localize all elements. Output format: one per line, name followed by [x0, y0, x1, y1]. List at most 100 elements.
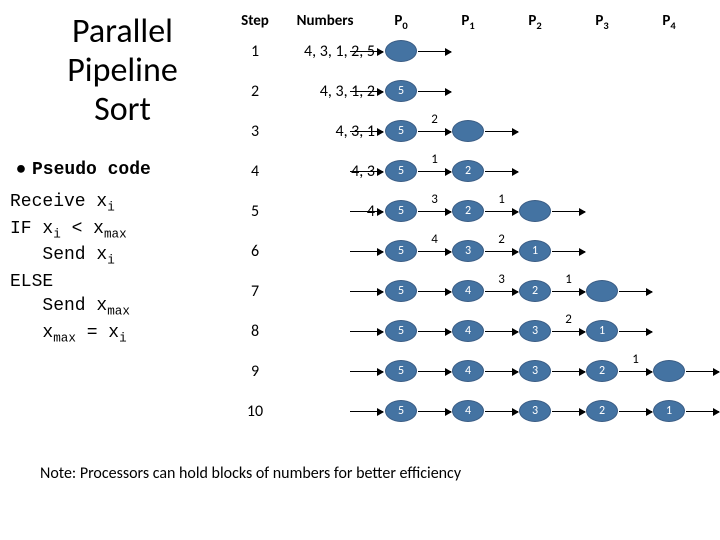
arrow-label: 2 [428, 112, 442, 127]
arrow-icon [418, 131, 451, 132]
arrow-icon [552, 411, 585, 412]
processor-node: 1 [653, 400, 685, 422]
step-number: 8 [240, 322, 270, 341]
processor-node: 2 [586, 400, 618, 422]
efficiency-note: Note: Processors can hold blocks of numb… [10, 464, 710, 483]
arrow-icon [552, 251, 585, 252]
arrow-label: 1 [495, 192, 509, 207]
arrow-label: 1 [428, 152, 442, 167]
arrow-icon [418, 211, 451, 212]
pseudo-code-block: Receive xi IF xi < xmax Send xi ELSE Sen… [10, 190, 235, 347]
arrow-icon [350, 411, 383, 412]
processor-node: 5 [385, 200, 417, 222]
processor-node: 4 [452, 360, 484, 382]
processor-node: 5 [385, 160, 417, 182]
arrow-label: 4 [428, 232, 442, 247]
arrow-label: 2 [495, 232, 509, 247]
arrow-icon [619, 331, 652, 332]
arrow-icon [619, 411, 652, 412]
col-header-step: Step [235, 12, 275, 30]
col-header-numbers: Numbers [280, 12, 370, 30]
step-number: 5 [240, 202, 270, 221]
processor-node: 5 [385, 400, 417, 422]
arrow-icon [350, 171, 383, 172]
step-number: 4 [240, 162, 270, 181]
arrow-icon [552, 211, 585, 212]
arrow-icon [485, 411, 518, 412]
processor-node [586, 280, 618, 302]
processor-node [452, 120, 484, 142]
pipeline-diagram: Step Numbers P0P1P2P3P414, 3, 1, 2, 524,… [235, 12, 710, 452]
arrow-icon [418, 411, 451, 412]
processor-node: 2 [586, 360, 618, 382]
arrow-icon [418, 251, 451, 252]
processor-node: 5 [385, 320, 417, 342]
col-header-processor: P1 [448, 12, 488, 32]
arrow-icon [350, 331, 383, 332]
processor-node: 4 [452, 320, 484, 342]
processor-node: 3 [452, 240, 484, 262]
arrow-icon [485, 371, 518, 372]
processor-node: 1 [586, 320, 618, 342]
arrow-icon [418, 291, 451, 292]
step-number: 7 [240, 282, 270, 301]
step-number: 2 [240, 82, 270, 101]
arrow-icon [485, 331, 518, 332]
arrow-label: 1 [629, 352, 643, 367]
processor-node: 3 [519, 320, 551, 342]
arrow-icon [485, 291, 518, 292]
arrow-icon [686, 371, 719, 372]
arrow-icon [418, 51, 451, 52]
processor-node: 5 [385, 280, 417, 302]
processor-node: 2 [452, 160, 484, 182]
arrow-icon [350, 51, 383, 52]
col-header-processor: P4 [649, 12, 689, 32]
processor-node [385, 40, 417, 62]
processor-node: 5 [385, 80, 417, 102]
arrow-icon [485, 251, 518, 252]
arrow-label: 2 [562, 312, 576, 327]
col-header-processor: P3 [582, 12, 622, 32]
step-number: 6 [240, 242, 270, 261]
arrow-icon [485, 171, 518, 172]
arrow-icon [619, 371, 652, 372]
arrow-icon [619, 291, 652, 292]
arrow-icon [350, 91, 383, 92]
arrow-icon [350, 131, 383, 132]
processor-node [519, 200, 551, 222]
processor-node: 3 [519, 360, 551, 382]
step-number: 9 [240, 362, 270, 381]
arrow-icon [418, 171, 451, 172]
pseudo-code-heading: • Pseudo code [10, 157, 235, 180]
arrow-label: 3 [428, 192, 442, 207]
arrow-icon [350, 291, 383, 292]
arrow-icon [350, 251, 383, 252]
arrow-icon [552, 331, 585, 332]
step-number: 10 [240, 402, 270, 421]
step-number: 3 [240, 122, 270, 141]
arrow-label: 3 [495, 272, 509, 287]
processor-node [653, 360, 685, 382]
bullet-icon: • [10, 157, 32, 179]
arrow-icon [552, 371, 585, 372]
arrow-icon [418, 331, 451, 332]
processor-node: 5 [385, 240, 417, 262]
col-header-processor: P0 [381, 12, 421, 32]
processor-node: 1 [519, 240, 551, 262]
processor-node: 2 [519, 280, 551, 302]
page-title: Parallel Pipeline Sort [10, 12, 235, 129]
col-header-processor: P2 [515, 12, 555, 32]
processor-node: 3 [519, 400, 551, 422]
processor-node: 4 [452, 400, 484, 422]
arrow-icon [686, 411, 719, 412]
arrow-label: 1 [562, 272, 576, 287]
processor-node: 5 [385, 360, 417, 382]
arrow-icon [350, 211, 383, 212]
arrow-icon [485, 211, 518, 212]
processor-node: 4 [452, 280, 484, 302]
arrow-icon [418, 371, 451, 372]
arrow-icon [552, 291, 585, 292]
arrow-icon [418, 91, 451, 92]
step-number: 1 [240, 42, 270, 61]
arrow-icon [485, 131, 518, 132]
